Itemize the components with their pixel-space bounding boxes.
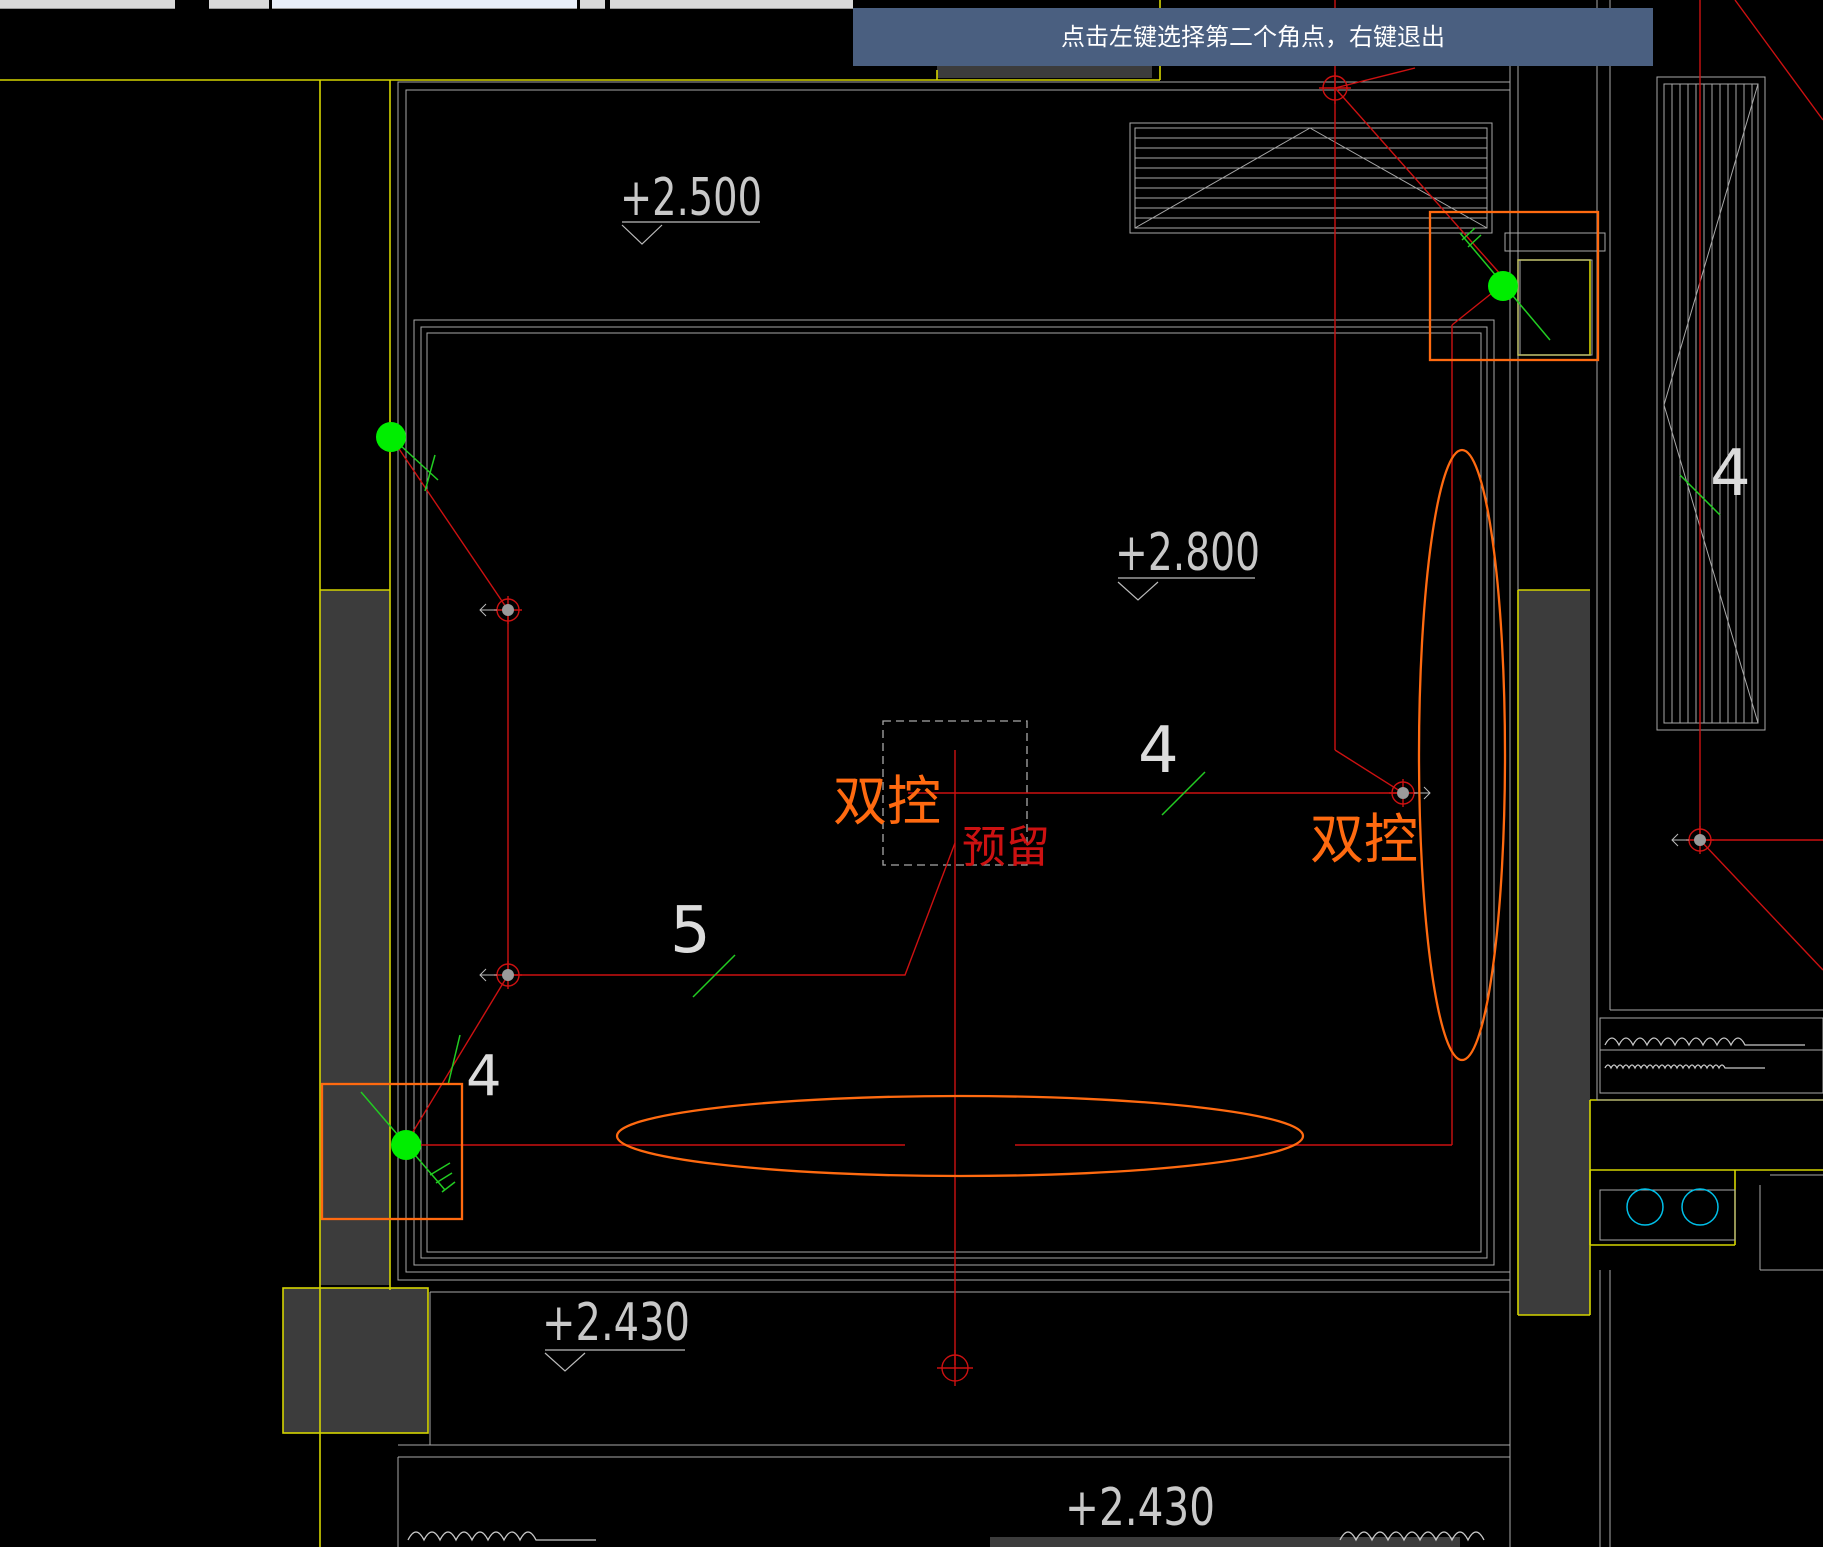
command-prompt-tooltip: 点击左键选择第二个角点，右键退出 [853, 8, 1653, 66]
selection-outlines [320, 210, 1600, 1221]
grip-point-left[interactable] [376, 422, 406, 452]
elevation-top-left: +2.500 [620, 168, 762, 228]
wire-ticks [360, 227, 1721, 1193]
elevation-bottom-left: +2.430 [542, 1293, 690, 1353]
wire-count-upper-right: 4 [1710, 437, 1751, 511]
elevation-bottom-center: +2.430 [1065, 1478, 1215, 1538]
wire-count-middle: 4 [1138, 714, 1179, 788]
label-dual-control-right: 双控 [1310, 808, 1418, 871]
wire-count-bottom-left: 4 [466, 1044, 502, 1109]
grip-points[interactable] [376, 271, 1518, 1160]
label-dual-control-left: 双控 [833, 770, 941, 833]
red-wiring [390, 0, 1823, 1365]
elevation-labels: +2.500 +2.800 +2.430 +2.430 [542, 168, 1260, 1538]
grip-point-top-right[interactable] [1488, 271, 1518, 301]
label-reserved: 预留 [962, 822, 1050, 873]
wire-count-lower: 5 [670, 894, 711, 968]
switch-labels: 双控 双控 预留 [833, 770, 1418, 873]
cad-canvas[interactable]: +2.500 +2.800 +2.430 +2.430 5 4 4 4 双控 双… [0, 0, 1823, 1547]
grip-point-bottom-left[interactable] [391, 1130, 421, 1160]
cyan-fixtures [1626, 1188, 1719, 1226]
curtain-symbols [407, 1037, 1805, 1542]
elevation-center: +2.800 [1115, 523, 1260, 583]
